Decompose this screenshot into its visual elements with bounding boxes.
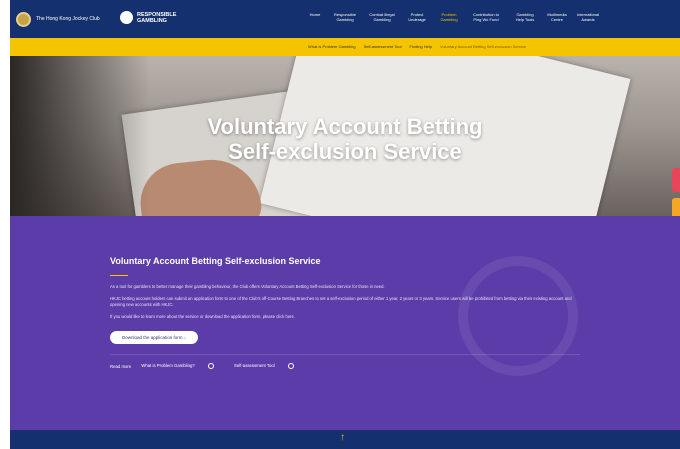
club-logo-icon [16, 11, 31, 27]
page: The Hong Kong Jockey Club RESPONSIBLE GA… [10, 0, 680, 449]
side-tab-1[interactable] [672, 168, 680, 192]
section-title: Voluntary Account Betting Self-exclusion… [110, 256, 321, 266]
nav-item-contribution-fund[interactable]: Contribution to Ping Wo Fund [469, 12, 503, 22]
club-name: The Hong Kong Jockey Club [36, 16, 100, 22]
read-more-row: Read more What is Problem Gambling? Self… [110, 363, 580, 369]
title-underline [110, 275, 128, 276]
nav-item-combat-illegal-gambling[interactable]: Combat Illegal Gambling [368, 12, 396, 22]
details-paragraph: HKJC betting account holders can submit … [110, 296, 572, 307]
download-button-label: Download the application form [122, 335, 183, 340]
download-icon: ↓ [183, 335, 187, 340]
nav-item-international-awards[interactable]: International Awards [576, 12, 600, 22]
hero-title: Voluntary Account Betting Self-exclusion… [10, 114, 680, 164]
top-navigation-bar: The Hong Kong Jockey Club RESPONSIBLE GA… [10, 0, 680, 38]
intro-paragraph: As a tool for gamblers to better manage … [110, 284, 385, 289]
read-more-link-self-assessment-label: Self-assessment Tool [233, 363, 275, 369]
read-more-link-problem-gambling-label: What is Problem Gambling? [141, 363, 195, 369]
nav-item-gambling-help-tools[interactable]: Gambling Help Tools [512, 12, 538, 22]
nav-item-problem-gambling[interactable]: Problem Gambling [438, 12, 460, 22]
sub-nav-links: What is Problem Gambling Self-assessment… [308, 44, 534, 49]
content-block: Voluntary Account Betting Self-exclusion… [110, 256, 580, 369]
subnav-self-assessment-tool[interactable]: Self-assessment Tool [364, 44, 402, 49]
main-content-section: Voluntary Account Betting Self-exclusion… [10, 216, 680, 430]
arrow-circle-icon [207, 363, 214, 369]
club-brand[interactable]: The Hong Kong Jockey Club [16, 10, 100, 28]
nav-item-home[interactable]: Home [308, 12, 322, 22]
nav-item-multimedia-centre[interactable]: Multimedia Centre [547, 12, 567, 22]
subnav-finding-help[interactable]: Finding Help [410, 44, 432, 49]
subnav-what-is-problem-gambling[interactable]: What is Problem Gambling [308, 44, 356, 49]
learn-more-paragraph: If you would like to learn more about th… [110, 314, 296, 319]
hero-title-line-1: Voluntary Account Betting [207, 114, 483, 139]
download-application-form-button[interactable]: Download the application form ↓ [110, 331, 199, 344]
responsible-gambling-logo[interactable]: RESPONSIBLE GAMBLING [120, 11, 189, 24]
responsible-gambling-logo-text: RESPONSIBLE GAMBLING [137, 11, 177, 24]
nav-item-protect-underage[interactable]: Protect Underage [405, 12, 429, 22]
sub-navigation-bar: What is Problem Gambling Self-assessment… [10, 38, 680, 56]
divider [110, 354, 580, 355]
subnav-self-exclusion-service[interactable]: Voluntary Account Betting Self-exclusion… [440, 44, 526, 49]
main-nav: Home Responsible Gambling Combat Illegal… [308, 12, 609, 22]
hero-banner: Voluntary Account Betting Self-exclusion… [10, 56, 680, 216]
read-more-link-problem-gambling[interactable]: What is Problem Gambling? [141, 363, 224, 369]
arrow-circle-icon [287, 363, 294, 369]
hero-title-line-2: Self-exclusion Service [228, 139, 462, 164]
nav-item-responsible-gambling[interactable]: Responsible Gambling [331, 12, 359, 22]
up-arrow-icon[interactable]: ↑ [340, 432, 345, 443]
read-more-label: Read more [110, 363, 132, 369]
footer-bar: ↑ [10, 430, 680, 449]
responsible-gambling-logo-icon [120, 11, 133, 24]
read-more-link-self-assessment[interactable]: Self-assessment Tool [234, 363, 304, 369]
